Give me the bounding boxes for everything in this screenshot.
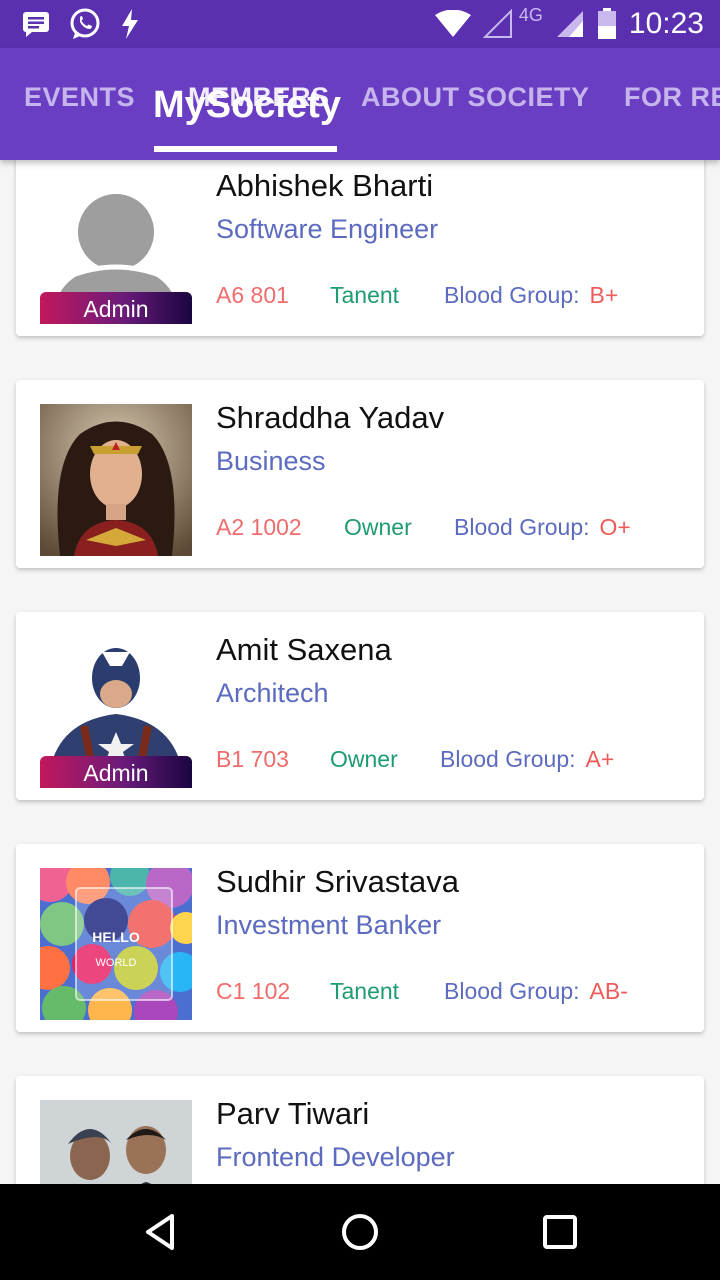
wonder-woman-photo <box>40 404 192 556</box>
avatar <box>40 404 192 556</box>
blood-group-label: Blood Group: <box>444 282 580 308</box>
member-name: Abhishek Bharti <box>216 168 434 203</box>
member-name: Sudhir Srivastava <box>216 864 459 899</box>
member-role: Owner <box>344 514 412 540</box>
member-meta: A2 1002 Owner Blood Group: O+ <box>216 514 631 541</box>
flat-number: B1 703 <box>216 746 289 772</box>
member-role: Tanent <box>330 282 400 308</box>
member-name: Parv Tiwari <box>216 1096 370 1131</box>
back-icon[interactable] <box>136 1208 184 1256</box>
admin-badge: Admin <box>40 292 192 324</box>
member-card[interactable]: Parv Tiwari Frontend Developer <box>16 1076 704 1184</box>
member-list[interactable]: Admin Abhishek Bharti Software Engineer … <box>0 160 720 1184</box>
member-role: Owner <box>330 746 398 772</box>
battery-icon <box>597 8 616 39</box>
network-type: 4G <box>518 4 543 25</box>
member-card[interactable]: Shraddha Yadav Business A2 1002 Owner Bl… <box>16 380 704 568</box>
member-profession: Frontend Developer <box>216 1142 455 1172</box>
blood-group-label: Blood Group: <box>454 514 590 540</box>
admin-badge: Admin <box>40 756 192 788</box>
recents-icon[interactable] <box>536 1208 584 1256</box>
member-meta: C1 102 Tanent Blood Group: AB- <box>216 978 628 1005</box>
home-icon[interactable] <box>336 1208 384 1256</box>
tab-events[interactable]: EVENTS <box>24 82 135 113</box>
clock: 10:23 <box>628 7 704 40</box>
image-text-hello: HELLO <box>92 929 140 945</box>
member-profession: Software Engineer <box>216 214 439 244</box>
whatsapp-icon <box>70 8 100 39</box>
member-meta: A6 801 Tanent Blood Group: B+ <box>216 282 618 309</box>
blood-group-value: A+ <box>585 746 615 772</box>
member-card[interactable]: Admin Abhishek Bharti Software Engineer … <box>16 160 704 336</box>
tab-about-society[interactable]: ABOUT SOCIETY <box>361 82 590 113</box>
member-name: Amit Saxena <box>216 632 392 667</box>
flat-number: C1 102 <box>216 978 291 1004</box>
avatar: Admin <box>40 172 192 324</box>
member-name: Shraddha Yadav <box>216 400 445 435</box>
member-profession: Architech <box>216 678 329 708</box>
signal-empty-icon <box>482 9 512 38</box>
image-text-world: WORLD <box>96 957 137 969</box>
avatar: HELLO WORLD <box>40 868 192 1020</box>
blood-group-value: O+ <box>599 514 631 540</box>
flat-number: A6 801 <box>216 282 289 308</box>
app-screen: 4G 10:23 EVENTS MEMBERS ABOUT SOCIETY FO… <box>0 0 720 1280</box>
member-profession: Investment Banker <box>216 910 442 940</box>
member-card[interactable]: HELLO WORLD Sudhir Srivastava Investment… <box>16 844 704 1032</box>
navigation-bar <box>0 1184 720 1280</box>
two-men-photo <box>40 1100 192 1184</box>
blood-group-label: Blood Group: <box>444 978 580 1004</box>
tab-bar: EVENTS MEMBERS ABOUT SOCIETY FOR RE MySo… <box>0 48 720 160</box>
signal-icon <box>556 11 583 37</box>
active-tab-indicator <box>154 146 337 152</box>
message-icon <box>23 12 49 37</box>
member-profession: Business <box>216 446 326 476</box>
tab-for-residents[interactable]: FOR RE <box>624 82 720 113</box>
wifi-icon <box>434 10 471 37</box>
flat-number: A2 1002 <box>216 514 302 540</box>
member-meta: B1 703 Owner Blood Group: A+ <box>216 746 614 773</box>
blood-group-value: AB- <box>589 978 628 1004</box>
hello-world-image: HELLO WORLD <box>40 868 192 1020</box>
member-card[interactable]: Admin Amit Saxena Architech B1 703 Owner… <box>16 612 704 800</box>
blood-group-value: B+ <box>589 282 619 308</box>
status-bar: 4G 10:23 <box>0 0 720 48</box>
flash-icon <box>122 9 138 39</box>
blood-group-label: Blood Group: <box>440 746 576 772</box>
avatar <box>40 1100 192 1184</box>
member-role: Tanent <box>330 978 400 1004</box>
avatar: Admin <box>40 636 192 788</box>
app-title: MySociety <box>153 84 341 126</box>
